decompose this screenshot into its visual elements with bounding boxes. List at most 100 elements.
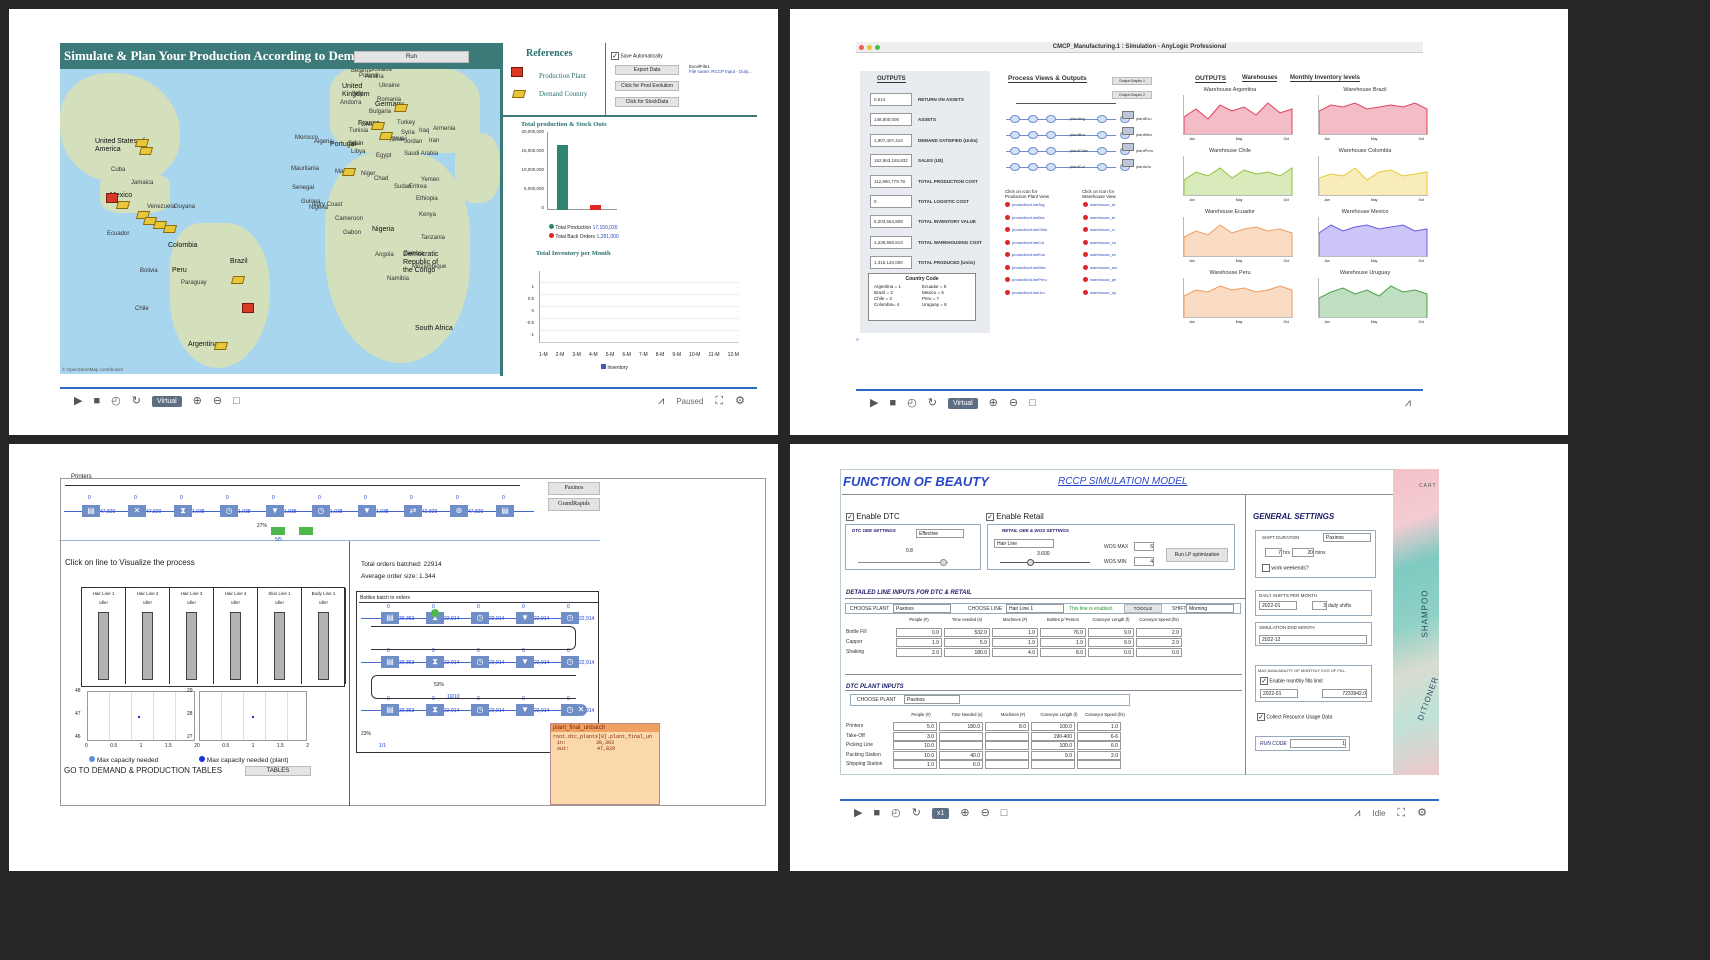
hair-line-column[interactable]: Hair Line 1 Idle! bbox=[82, 588, 126, 684]
flow-block[interactable]: ⊛ bbox=[450, 505, 468, 517]
flow-block[interactable]: ▼ bbox=[266, 505, 284, 517]
plant-cell-input[interactable]: 100.0 bbox=[1031, 722, 1075, 731]
production-line-link[interactable]: productionLineEcu bbox=[1012, 252, 1045, 257]
blank-icon[interactable]: □ bbox=[1029, 397, 1036, 409]
line-cell-input[interactable]: 76.0 bbox=[1040, 628, 1086, 637]
plant-cell-input[interactable]: 6.0 bbox=[1077, 741, 1121, 750]
fullscreen-icon[interactable]: ⛶ bbox=[1397, 807, 1405, 819]
run-button[interactable]: Run bbox=[354, 51, 469, 63]
production-plant-marker[interactable] bbox=[106, 193, 118, 203]
speed-up-icon[interactable]: ⊕ bbox=[989, 397, 998, 409]
maximize-dot-icon[interactable] bbox=[875, 45, 880, 50]
batch-block[interactable]: ◷ bbox=[471, 704, 489, 716]
line-cell-input[interactable]: 9.0 bbox=[1088, 638, 1134, 647]
plant-cell-input[interactable]: 100.0 bbox=[1031, 741, 1075, 750]
virtual-time-button[interactable]: Virtual bbox=[947, 397, 978, 409]
production-line-link[interactable]: productionLineMex bbox=[1012, 265, 1046, 270]
line-cell-input[interactable]: 1.0 bbox=[992, 628, 1038, 637]
toggle-button[interactable]: TOGGLE bbox=[1124, 604, 1162, 613]
tab-inventory-levels[interactable]: Monthly Inventory levels bbox=[1290, 75, 1361, 82]
export-data-button[interactable]: Export Data bbox=[615, 65, 679, 75]
sim-end-input[interactable]: 2022-12 bbox=[1259, 635, 1367, 644]
world-map[interactable]: United States of America United Kingdom … bbox=[60, 43, 500, 374]
excel-file[interactable]: ExcelFile1 File name: RCCP Input - Duly..… bbox=[689, 64, 752, 74]
hair-line-column[interactable]: Hair Line 2 Idle! bbox=[126, 588, 170, 684]
hair-lines-panel[interactable]: Hair Line 1 Idle! Hair Line 2 Idle! Hair Lin… bbox=[81, 587, 346, 687]
step-icon[interactable]: ◴ bbox=[111, 395, 121, 407]
enable-dtc-checkbox[interactable]: ✓ Enable DTC bbox=[846, 512, 900, 521]
wos-min-input[interactable]: 4 bbox=[1134, 557, 1154, 566]
stop-icon[interactable]: ■ bbox=[93, 395, 100, 407]
warehouse-icon[interactable] bbox=[1122, 127, 1134, 135]
shift-select[interactable]: Morning bbox=[1186, 604, 1234, 613]
plant-cell-input[interactable]: 6.0 bbox=[939, 760, 983, 769]
flow-block[interactable]: ▤ bbox=[82, 505, 100, 517]
run-code-input[interactable]: 1 bbox=[1290, 739, 1346, 748]
slow-down-icon[interactable]: ⊖ bbox=[981, 807, 990, 819]
plant-cell-input[interactable]: 8.0 bbox=[985, 722, 1029, 731]
production-line-link[interactable]: productionLinePeru bbox=[1012, 277, 1047, 282]
weekends-checkbox[interactable]: work weekends? bbox=[1262, 564, 1309, 572]
speed-up-icon[interactable]: ⊕ bbox=[960, 807, 969, 819]
plant-cell-input[interactable]: 6-6 bbox=[1077, 731, 1121, 741]
prod-evolution-button[interactable]: Click for Prod Evolution bbox=[615, 81, 679, 91]
line-cell-input[interactable]: 5.0 bbox=[944, 638, 990, 647]
hair-line-column[interactable]: Hair Line 4 Idle! bbox=[214, 588, 258, 684]
retail-slider[interactable] bbox=[1000, 559, 1090, 566]
line-cell-input[interactable]: 532.0 bbox=[944, 628, 990, 637]
stop-icon[interactable]: ■ bbox=[873, 807, 880, 819]
demand-country-marker[interactable] bbox=[138, 147, 154, 155]
output-graphs-1-button[interactable]: Output Graphs 1 bbox=[1112, 77, 1152, 85]
shift-plant-select[interactable]: Paxinos bbox=[1323, 533, 1371, 542]
demand-country-marker[interactable] bbox=[134, 139, 150, 147]
warehouse-icon[interactable] bbox=[1122, 143, 1134, 151]
flow-node-icon[interactable] bbox=[1028, 163, 1038, 171]
plant-cell-input[interactable]: 2.0 bbox=[1077, 750, 1121, 760]
plant-inputs-table[interactable]: Printers 5.0 180.0 8.0 100.0 1.0 Take-Off 3.0 19… bbox=[846, 722, 1146, 772]
plant-cell-input[interactable] bbox=[985, 760, 1029, 769]
fullscreen-icon[interactable]: ⛶ bbox=[715, 395, 723, 407]
line-cell-input[interactable]: 0.0 bbox=[1088, 648, 1134, 657]
retail-line-select[interactable]: Hair Line bbox=[994, 539, 1054, 548]
demand-country-marker[interactable] bbox=[393, 104, 409, 112]
flow-node-icon[interactable] bbox=[1028, 147, 1038, 155]
plant-cell-input[interactable] bbox=[985, 741, 1029, 750]
line-inputs-table[interactable]: Bottle Fill 0.0 532.0 1.0 76.0 9.0 2.0 Capper 1.… bbox=[846, 628, 1186, 664]
plant-cell-input[interactable]: 9.0 bbox=[1031, 750, 1075, 760]
production-lines-list[interactable]: productionLineArg warehouse_ar productionL… bbox=[1005, 202, 1165, 302]
batch-block[interactable]: ▼ bbox=[516, 656, 534, 668]
plant-cell-input[interactable]: 180.0 bbox=[939, 722, 983, 731]
flow-node-icon[interactable] bbox=[1010, 147, 1020, 155]
line-cell-input[interactable]: 9.0 bbox=[1088, 628, 1134, 637]
daily-month-input[interactable]: 2022-01 bbox=[1259, 601, 1297, 610]
warehouse-link[interactable]: warehouse_uy bbox=[1090, 290, 1116, 295]
console-icon[interactable]: ⚙ bbox=[1417, 807, 1427, 819]
production-plant-marker[interactable] bbox=[242, 303, 254, 313]
demand-country-marker[interactable] bbox=[162, 225, 178, 233]
line-cell-input[interactable]: 4.0 bbox=[992, 648, 1038, 657]
slow-down-icon[interactable]: ⊖ bbox=[1009, 397, 1018, 409]
batch-block[interactable]: ◷ bbox=[471, 656, 489, 668]
minimize-dot-icon[interactable] bbox=[867, 45, 872, 50]
batch-block[interactable]: ▤ bbox=[381, 612, 399, 624]
plant-cell-input[interactable]: 10.0 bbox=[893, 750, 937, 760]
flow-node-icon[interactable] bbox=[1010, 131, 1020, 139]
line-cell-input[interactable]: 1.0 bbox=[1040, 638, 1086, 647]
flow-node-icon[interactable] bbox=[1046, 147, 1056, 155]
plant-cell-input[interactable]: 40.0 bbox=[939, 750, 983, 760]
batch-block[interactable]: ▼ bbox=[516, 612, 534, 624]
step-icon[interactable]: ◴ bbox=[891, 807, 901, 819]
dtc-slider[interactable] bbox=[858, 559, 948, 566]
demand-country-marker[interactable] bbox=[213, 342, 229, 350]
line-cell-input[interactable]: 2.0 bbox=[1136, 628, 1182, 637]
flow-node-icon[interactable] bbox=[1097, 131, 1107, 139]
enable-fills-checkbox[interactable]: ✓ Enable monthly fills limit bbox=[1260, 677, 1323, 685]
batch-block[interactable]: ▼ bbox=[516, 704, 534, 716]
blank-icon[interactable]: □ bbox=[1001, 807, 1008, 819]
line-cell-input[interactable]: 0.0 bbox=[1136, 648, 1182, 657]
warehouse-icon[interactable] bbox=[1122, 159, 1134, 167]
plant-cell-input[interactable] bbox=[1077, 760, 1121, 769]
warehouse-link[interactable]: warehouse_mx bbox=[1090, 265, 1117, 270]
batch-block[interactable]: ⧗ bbox=[426, 704, 444, 716]
plant-cell-input[interactable] bbox=[939, 741, 983, 750]
